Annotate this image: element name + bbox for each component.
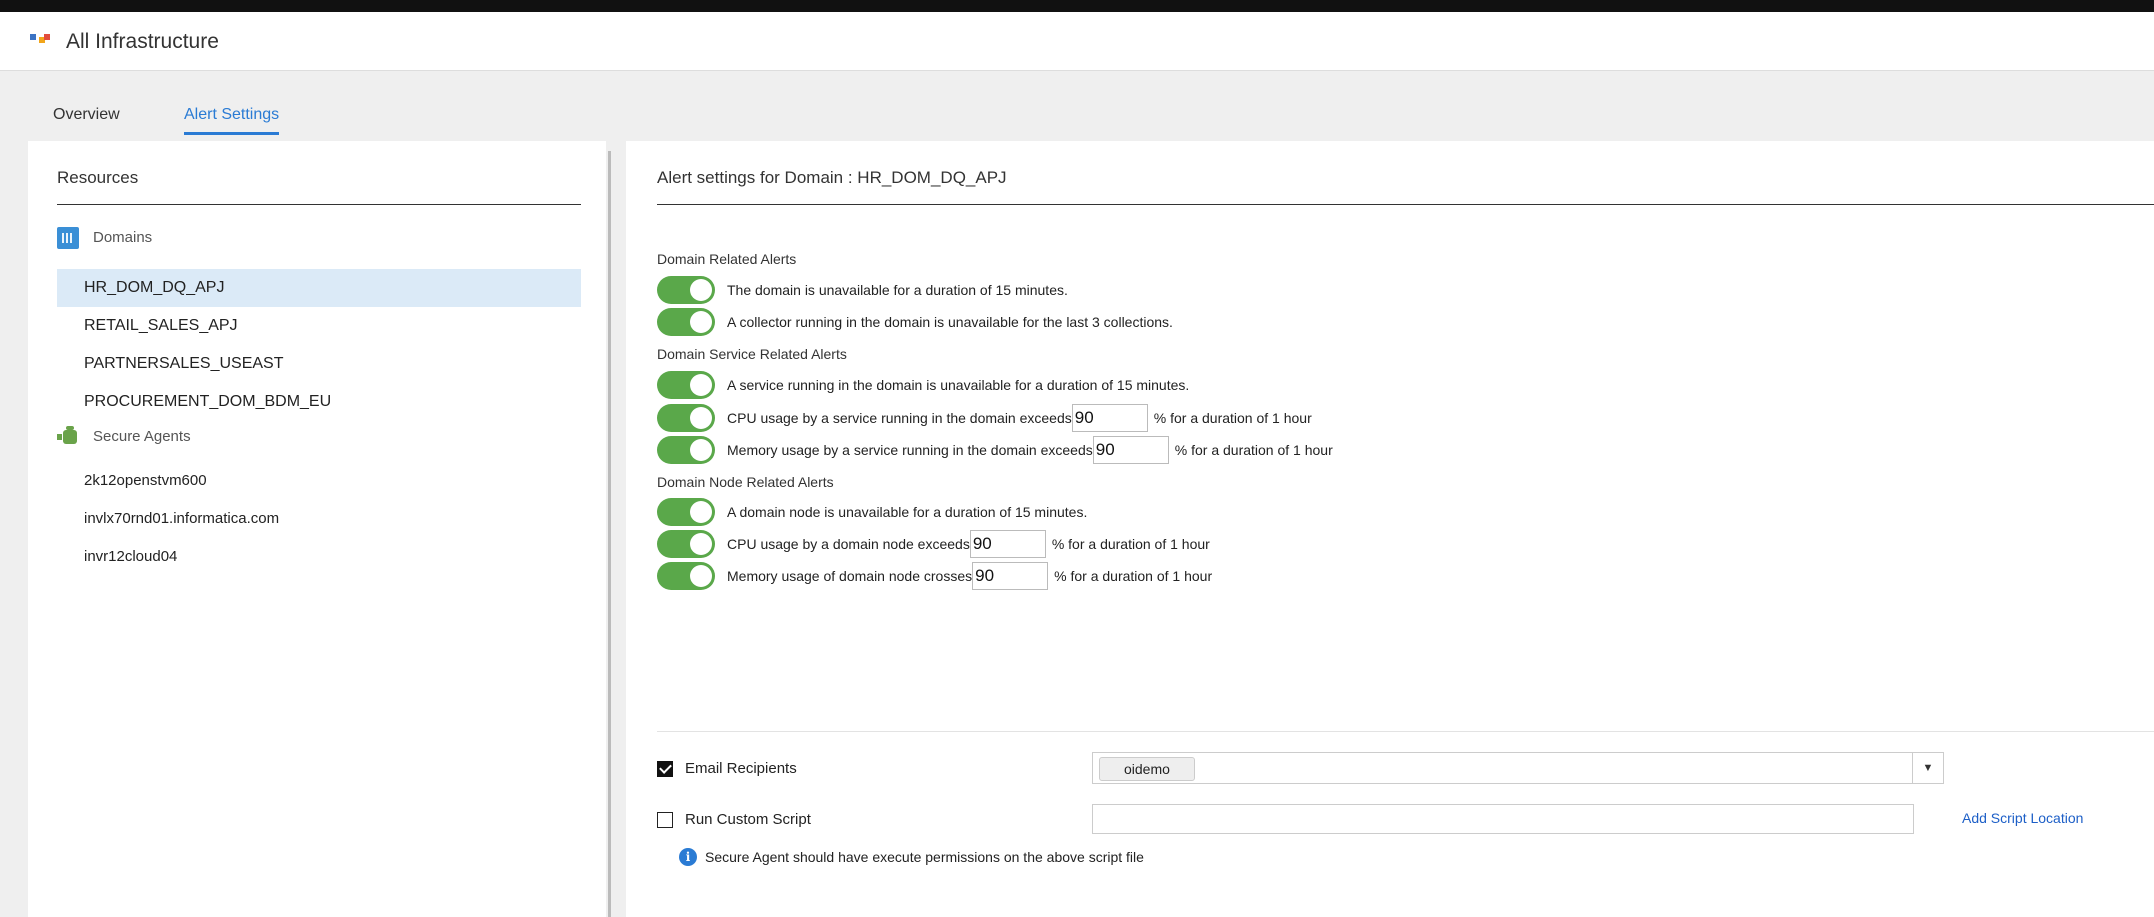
alert-row-service-cpu: CPU usage by a service running in the do…: [657, 404, 1312, 432]
agents-group-label: Secure Agents: [93, 427, 191, 445]
alert-label: A domain node is unavailable for a durat…: [727, 504, 1088, 520]
resources-divider: [57, 204, 581, 205]
alert-row-node-unavailable: A domain node is unavailable for a durat…: [657, 498, 1087, 526]
agent-item-invlx70rnd01[interactable]: invlx70rnd01.informatica.com: [57, 500, 581, 538]
node-alerts-heading: Domain Node Related Alerts: [657, 474, 834, 490]
tabs-bar: Overview Alert Settings: [0, 71, 2154, 141]
domains-group-label: Domains: [93, 228, 153, 246]
add-script-location-link[interactable]: Add Script Location: [1962, 810, 2083, 826]
toggle-collector-unavailable[interactable]: [657, 308, 715, 336]
domain-item-retail-sales-apj[interactable]: RETAIL_SALES_APJ: [57, 307, 581, 345]
alert-row-node-memory: Memory usage of domain node crosses % fo…: [657, 562, 1212, 590]
resources-title: Resources: [57, 168, 139, 187]
caret-down-icon[interactable]: ▼: [1912, 753, 1943, 783]
resources-panel: Resources Domains HR_DOM_DQ_APJ RETAIL_S…: [28, 141, 606, 917]
agent-item-invr12cloud04[interactable]: invr12cloud04: [57, 538, 581, 576]
script-location-input[interactable]: [1092, 804, 1914, 834]
secure-agent-icon: [57, 426, 79, 448]
email-recipients-label: Email Recipients: [685, 760, 797, 777]
alert-label: Memory usage of domain node crosses: [727, 568, 973, 584]
toggle-node-unavailable[interactable]: [657, 498, 715, 526]
info-icon: i: [679, 848, 697, 866]
email-recipients-checkbox[interactable]: [657, 760, 673, 777]
agents-group-header: Secure Agents: [57, 426, 191, 448]
toggle-service-cpu[interactable]: [657, 404, 715, 432]
alert-label: CPU usage by a domain node exceeds: [727, 536, 970, 552]
alert-settings-panel: Alert settings for Domain : HR_DOM_DQ_AP…: [626, 141, 2154, 917]
domains-group-header: Domains: [57, 227, 152, 249]
node-memory-threshold-input[interactable]: [972, 562, 1049, 590]
service-memory-threshold-input[interactable]: [1092, 436, 1169, 464]
custom-script-checkbox[interactable]: [657, 811, 673, 828]
left-gutter: [0, 141, 28, 917]
toggle-domain-unavailable[interactable]: [657, 276, 715, 304]
app-logo-icon: [30, 34, 50, 50]
custom-script-label: Run Custom Script: [685, 811, 811, 828]
domain-item-procurement-dom-bdm-eu[interactable]: PROCUREMENT_DOM_BDM_EU: [57, 383, 581, 421]
toggle-service-memory[interactable]: [657, 436, 715, 464]
duration-suffix: % for a duration of 1 hour: [1153, 410, 1312, 426]
toggle-node-cpu[interactable]: [657, 530, 715, 558]
alert-settings-divider: [657, 204, 2154, 205]
domain-alerts-heading: Domain Related Alerts: [657, 251, 797, 267]
alert-label: A collector running in the domain is una…: [727, 314, 1173, 330]
duration-suffix: % for a duration of 1 hour: [1054, 568, 1213, 584]
top-black-bar: [0, 0, 2154, 12]
app-title: All Infrastructure: [66, 30, 219, 53]
panel-splitter[interactable]: [606, 141, 626, 917]
agent-item-2k12openstvm600[interactable]: 2k12openstvm600: [57, 462, 581, 500]
alert-row-node-cpu: CPU usage by a domain node exceeds % for…: [657, 530, 1210, 558]
alert-row-collector-unavailable: A collector running in the domain is una…: [657, 308, 1173, 336]
duration-suffix: % for a duration of 1 hour: [1174, 442, 1333, 458]
service-cpu-threshold-input[interactable]: [1071, 404, 1148, 432]
duration-suffix: % for a duration of 1 hour: [1051, 536, 1210, 552]
tab-overview[interactable]: Overview: [53, 106, 120, 132]
email-recipients-row: Email Recipients: [657, 760, 797, 777]
alert-label: CPU usage by a service running in the do…: [727, 410, 1072, 426]
app-header: All Infrastructure: [0, 12, 2154, 71]
script-permission-info: i Secure Agent should have execute permi…: [679, 848, 1144, 866]
alert-label: The domain is unavailable for a duration…: [727, 282, 1068, 298]
alert-row-service-unavailable: A service running in the domain is unava…: [657, 371, 1189, 399]
node-cpu-threshold-input[interactable]: [969, 530, 1046, 558]
toggle-service-unavailable[interactable]: [657, 371, 715, 399]
domain-item-hr-dom-dq-apj[interactable]: HR_DOM_DQ_APJ: [57, 269, 581, 307]
email-recipients-select[interactable]: oidemo ▼: [1092, 752, 1944, 784]
toggle-node-memory[interactable]: [657, 562, 715, 590]
alert-label: A service running in the domain is unava…: [727, 377, 1190, 393]
alert-label: Memory usage by a service running in the…: [727, 442, 1093, 458]
domain-grid-icon: [57, 227, 79, 249]
custom-script-row: Run Custom Script: [657, 811, 811, 828]
section-separator: [657, 731, 2154, 732]
service-alerts-heading: Domain Service Related Alerts: [657, 346, 847, 362]
recipient-chip[interactable]: oidemo: [1099, 757, 1195, 781]
tab-alert-settings[interactable]: Alert Settings: [184, 106, 280, 135]
alert-settings-title: Alert settings for Domain : HR_DOM_DQ_AP…: [657, 168, 1007, 187]
domain-item-partnersales-useast[interactable]: PARTNERSALES_USEAST: [57, 345, 581, 383]
alert-row-service-memory: Memory usage by a service running in the…: [657, 436, 1333, 464]
alert-row-domain-unavailable: The domain is unavailable for a duration…: [657, 276, 1068, 304]
info-text: Secure Agent should have execute permiss…: [705, 849, 1144, 865]
